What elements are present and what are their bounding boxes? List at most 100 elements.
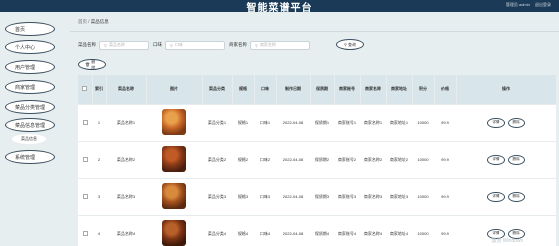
sidebar-item-dishes[interactable]: 菜品信息管理 (5, 118, 55, 132)
cell-merchant-name: 商家名称1 (360, 103, 386, 141)
cell-shelf-life: 保质期3 (310, 177, 334, 215)
divider (70, 31, 559, 32)
row-actions: 详情 删除 (487, 117, 525, 128)
dish-image[interactable] (162, 220, 186, 246)
cell-merchant-address: 商家地址2 (386, 140, 412, 178)
header-points[interactable]: 积分 (412, 75, 435, 104)
select-all-checkbox[interactable] (82, 86, 88, 92)
header-image[interactable]: 图片 (146, 75, 203, 104)
row-checkbox[interactable] (82, 230, 88, 236)
header-spec[interactable]: 规格 (232, 75, 255, 104)
cell-spec: 规格4 (232, 214, 254, 246)
merchant-search-input[interactable]: ⚲ 商家名称 (250, 40, 310, 50)
cell-name: 菜品名称1 (106, 103, 146, 141)
cell-spec: 规格1 (232, 103, 254, 141)
cell-merchant-account: 商家账号1 (334, 103, 360, 141)
detail-button[interactable]: 详情 (487, 117, 505, 128)
header-merchant-address[interactable]: 商家地址 (386, 75, 413, 104)
search-icon: ⚲ (104, 42, 107, 48)
cell-merchant-account: 商家账号3 (334, 177, 360, 215)
header-date[interactable]: 制作日期 (276, 75, 311, 104)
header-taste[interactable]: 口味 (254, 75, 277, 104)
header-price[interactable]: 价格 (434, 75, 457, 104)
cell-points: 10000 (412, 214, 434, 246)
merchant-label: 商家名称 (229, 42, 247, 47)
cell-price: 99.9 (434, 177, 456, 215)
cell-price: 99.9 (434, 140, 456, 178)
cell-merchant-name: 商家名称3 (360, 177, 386, 215)
cell-shelf-life: 保质期4 (310, 214, 334, 246)
cell-points: 10000 (412, 140, 434, 178)
cell-actions: 详情 删除 (456, 177, 556, 215)
cell-points: 10000 (412, 103, 434, 141)
cell-price: 99.9 (434, 214, 456, 246)
sidebar-item-profile[interactable]: 个人中心 (5, 40, 55, 54)
cell-merchant-address: 商家地址4 (386, 214, 412, 246)
sidebar-item-categories[interactable]: 菜品分类管理 (5, 100, 55, 114)
search-icon: ⚲ (170, 42, 173, 48)
cell-category: 菜品分类2 (202, 140, 232, 178)
header-name[interactable]: 菜品名称 (106, 75, 147, 104)
header-select[interactable] (78, 75, 93, 104)
dish-image[interactable] (162, 109, 186, 135)
cell-shelf-life: 保质期2 (310, 140, 334, 178)
main-content: 首页 / 菜品信息 菜品名称 ⚲ 菜品名称 口味 ⚲ 口味 商家名称 ⚲ 商家名称 ⚲… (70, 12, 559, 246)
windows-watermark: 激活 Windows (491, 238, 523, 244)
cell-select[interactable] (78, 214, 92, 246)
dish-image[interactable] (162, 183, 186, 209)
detail-button[interactable]: 详情 (487, 191, 505, 202)
sidebar-subitem-dish-info[interactable]: 菜品信息 (12, 134, 46, 144)
header-merchant-name[interactable]: 商家名称 (360, 75, 387, 104)
cell-category: 菜品分类3 (202, 177, 232, 215)
cell-select[interactable] (78, 140, 92, 178)
batch-delete-button[interactable]: 🗑 删除 (78, 59, 106, 70)
detail-button[interactable]: 详情 (487, 154, 505, 165)
logout-link[interactable]: 退出登录 (535, 2, 551, 7)
header-shelf-life[interactable]: 保质期 (310, 75, 335, 104)
name-search-input[interactable]: ⚲ 菜品名称 (99, 40, 149, 50)
sidebar-item-users[interactable]: 用户管理 (5, 60, 55, 74)
search-icon: ⚲ (255, 42, 258, 48)
delete-button[interactable]: 删除 (507, 191, 525, 202)
search-button[interactable]: ⚲ 查询 (336, 39, 364, 50)
header-merchant-account[interactable]: 商家账号 (334, 75, 361, 104)
sidebar-item-home[interactable]: 首页 (5, 22, 55, 36)
delete-button[interactable]: 删除 (507, 154, 525, 165)
cell-index: 4 (92, 214, 106, 246)
cell-shelf-life: 保质期1 (310, 103, 334, 141)
sidebar: 首页 个人中心 用户管理 商家管理 菜品分类管理 菜品信息管理 菜品信息 系统管… (0, 12, 62, 246)
row-actions: 详情 删除 (487, 191, 525, 202)
cell-index: 1 (92, 103, 106, 141)
cell-date: 2022-04-08 (276, 103, 310, 141)
cell-category: 菜品分类1 (202, 103, 232, 141)
table-row: 1 菜品名称1 菜品分类1 规格1 口味1 2022-04-08 保质期1 商家账号1 商家名称… (78, 103, 556, 141)
cell-image (146, 140, 202, 178)
sidebar-item-merchants[interactable]: 商家管理 (5, 80, 55, 94)
breadcrumb: 首页 / 菜品信息 (78, 19, 109, 25)
cell-spec: 规格3 (232, 177, 254, 215)
cell-select[interactable] (78, 177, 92, 215)
cell-spec: 规格2 (232, 140, 254, 178)
row-checkbox[interactable] (82, 156, 88, 162)
cell-image (146, 103, 202, 141)
row-checkbox[interactable] (82, 119, 88, 125)
cell-name: 菜品名称3 (106, 177, 146, 215)
cell-date: 2022-04-08 (276, 177, 310, 215)
dish-image[interactable] (162, 146, 186, 172)
delete-button[interactable]: 删除 (507, 117, 525, 128)
cell-actions: 详情 删除 (456, 103, 556, 141)
row-checkbox[interactable] (82, 193, 88, 199)
cell-image (146, 177, 202, 215)
user-info: 管理员 admin 退出登录 (502, 2, 551, 8)
sidebar-item-system[interactable]: 系统管理 (5, 150, 55, 164)
header-category[interactable]: 菜品分类 (202, 75, 233, 104)
cell-index: 3 (92, 177, 106, 215)
cell-select[interactable] (78, 103, 92, 141)
taste-search-input[interactable]: ⚲ 口味 (165, 40, 225, 50)
cell-name: 菜品名称2 (106, 140, 146, 178)
cell-index: 2 (92, 140, 106, 178)
breadcrumb-home[interactable]: 首页 (78, 19, 87, 24)
row-actions: 详情 删除 (487, 154, 525, 165)
breadcrumb-separator: / (88, 19, 90, 24)
top-header-bar: 智能菜谱平台 管理员 admin 退出登录 (0, 0, 559, 14)
